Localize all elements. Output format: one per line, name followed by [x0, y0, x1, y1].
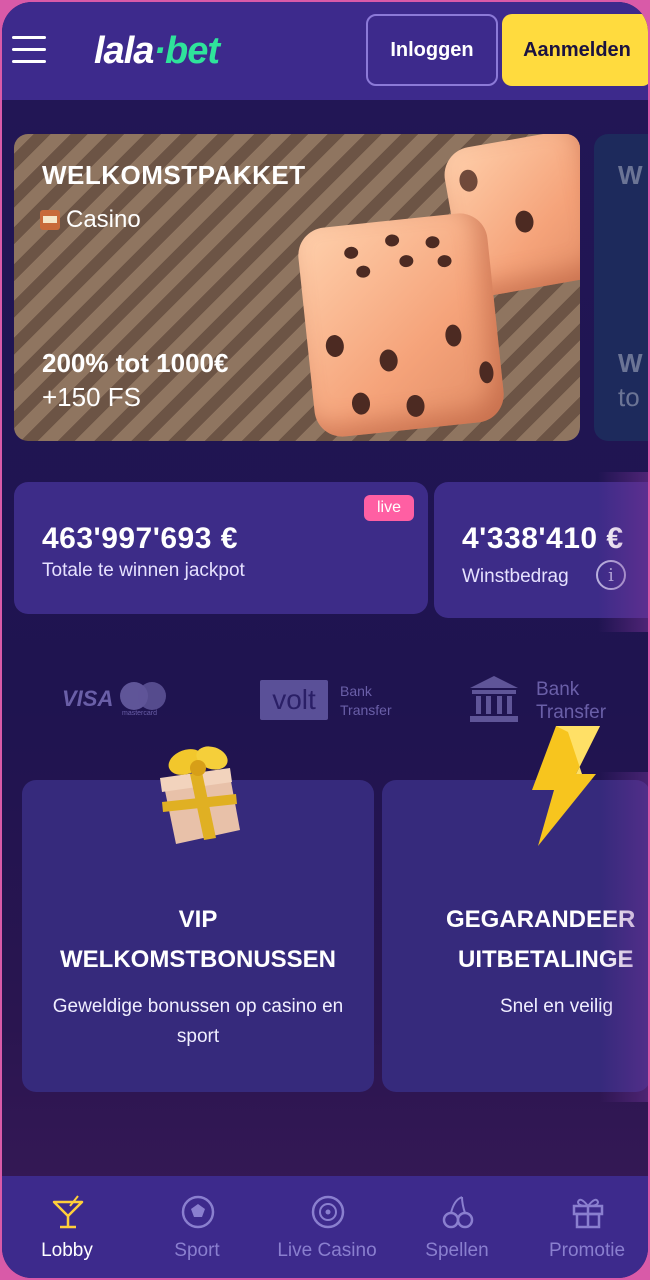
nav-item-lobby[interactable]: Lobby: [2, 1176, 132, 1278]
feature-subtitle: Geweldige bonussen op casino en sport: [22, 992, 374, 1052]
bank-transfer-label-small: Bank Transfer: [340, 682, 392, 720]
cocktail-icon: [52, 1195, 84, 1229]
feature-subtitle-line1: Geweldige bonussen op casino en: [52, 996, 344, 1017]
promo-banner-next[interactable]: W W to: [594, 134, 648, 441]
nav-label-games: Spellen: [425, 1240, 489, 1261]
slot-machine-icon: [40, 210, 60, 230]
nav-label-lobby: Lobby: [41, 1240, 93, 1261]
promo-banner-welcome[interactable]: WELKOMSTPAKKET Casino 200% tot 1000€ +15…: [14, 134, 580, 441]
app-frame: lala·bet Inloggen Aanmelden WELKOMSTPAKK…: [2, 2, 648, 1278]
soccer-ball-icon: [181, 1195, 215, 1229]
login-button[interactable]: Inloggen: [366, 14, 498, 86]
logo-text-bet: bet: [165, 30, 220, 72]
info-icon[interactable]: i: [596, 560, 626, 590]
promo-offer: 200% tot 1000€: [42, 348, 229, 378]
feature-subtitle-line2: sport: [176, 1026, 220, 1047]
register-button[interactable]: Aanmelden: [502, 14, 648, 86]
menu-icon[interactable]: [12, 36, 46, 66]
logo-dot: ·: [153, 30, 166, 72]
bank-transfer-label-large: Bank Transfer: [536, 678, 606, 724]
mastercard-label: mastercard: [122, 710, 158, 717]
roulette-chip-icon: [311, 1195, 345, 1229]
dice-front-image: [295, 210, 507, 440]
top-header: lala·bet Inloggen Aanmelden: [2, 2, 648, 100]
jackpot-card[interactable]: live 463'997'693 € Totale te winnen jack…: [14, 482, 428, 614]
nav-label-sport: Sport: [174, 1240, 220, 1261]
promo-next-title: W: [618, 160, 643, 190]
promo-title: WELKOMSTPAKKET: [42, 160, 306, 190]
logo[interactable]: lala·bet: [94, 30, 220, 73]
nav-item-sport[interactable]: Sport: [132, 1176, 262, 1278]
logo-text-lala: lala: [94, 30, 154, 72]
feature-title-line1: VIP: [178, 906, 218, 933]
winnings-amount: 4'338'410 €: [462, 522, 624, 555]
scroll-fade: [600, 772, 648, 1102]
cherries-icon: [442, 1196, 474, 1229]
bank-transfer-large-line2: Transfer: [536, 702, 607, 723]
bank-transfer-large-line1: Bank: [536, 679, 580, 700]
gift-icon: [572, 1198, 604, 1229]
bank-transfer-small-line1: Bank: [340, 683, 372, 699]
feature-title: VIP WELKOMSTBONUSSEN: [22, 900, 374, 980]
live-badge: live: [364, 495, 414, 521]
nav-item-games[interactable]: Spellen: [392, 1176, 522, 1278]
jackpot-amount: 463'997'693 €: [42, 522, 238, 555]
winnings-label: Winstbedrag: [462, 566, 569, 587]
bank-transfer-small-line2: Transfer: [340, 702, 392, 718]
nav-label-live-casino: Live Casino: [277, 1240, 377, 1261]
feature-title-line2: WELKOMSTBONUSSEN: [60, 946, 336, 973]
promo-category: Casino: [40, 206, 141, 234]
mastercard-logo-circle-right: [138, 682, 166, 710]
bottom-navigation: Lobby Sport Live Casino Spellen Promotie: [2, 1176, 648, 1278]
winnings-card[interactable]: 4'338'410 € Winstbedrag i: [434, 482, 648, 618]
bank-icon: [470, 676, 518, 722]
promo-category-label: Casino: [66, 206, 141, 233]
nav-label-promotions: Promotie: [548, 1240, 626, 1261]
visa-logo: VISA: [62, 686, 114, 711]
lightning-icon: [532, 726, 600, 846]
volt-logo: volt: [260, 680, 328, 720]
promo-free-spins: +150 FS: [42, 382, 142, 412]
nav-item-live-casino[interactable]: Live Casino: [262, 1176, 392, 1278]
gift-icon: [160, 746, 240, 844]
promo-next-offer-2: to: [618, 382, 640, 412]
jackpot-label: Totale te winnen jackpot: [42, 560, 245, 581]
nav-item-promotions[interactable]: Promotie: [522, 1176, 648, 1278]
promo-next-offer: W: [618, 348, 643, 378]
